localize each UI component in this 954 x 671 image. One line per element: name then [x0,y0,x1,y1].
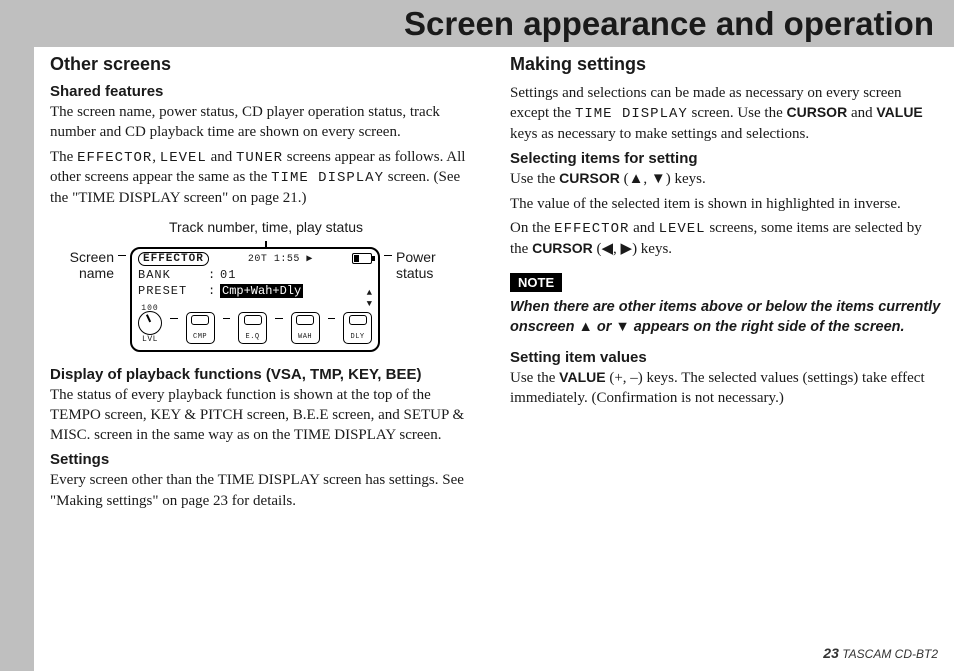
level-knob-icon: 100 LVL [138,304,162,344]
pedal-cmp-icon: CMP [186,312,215,344]
note-text: When there are other items above or belo… [510,298,942,337]
header-band: Screen appearance and operation [0,0,954,47]
shared-features-p2: The EFFECTOR, LEVEL and TUNER screens ap… [50,147,482,209]
setting-item-values-p: Use the VALUE (+, –) keys. The selected … [510,368,942,409]
side-band [0,47,34,671]
playback-functions-heading: Display of playback functions (VSA, TMP,… [50,366,482,383]
page-title: Screen appearance and operation [404,5,934,43]
lcd-diagram: Track number, time, play status Screen n… [50,219,482,352]
page-number: 23 [823,645,839,661]
diagram-left-label: Screen name [50,247,114,283]
pedal-wah-icon: WAH [291,312,320,344]
setting-item-values-heading: Setting item values [510,349,942,366]
product-model: TASCAM CD-BT2 [842,647,938,661]
note-badge: NOTE [510,273,562,292]
making-settings-heading: Making settings [510,54,942,75]
scroll-arrows-icon: ▲▼ [367,289,372,309]
chain-link-icon [223,318,231,320]
lcd-preset-row: PRESET:Cmp+Wah+Dly [138,284,372,298]
lcd-bank-row: BANK:01 [138,268,372,282]
pedal-dly-icon: DLY [343,312,372,344]
chain-link-icon [328,318,336,320]
shared-features-heading: Shared features [50,83,482,100]
leader-line-icon [384,255,392,257]
selecting-items-p2: The value of the selected item is shown … [510,194,942,214]
lcd-screen: EFFECTOR 20T 1:55 ▶ BANK:01 PRESET:Cmp+W… [130,247,380,352]
lcd-track-time: 20T 1:55 ▶ [248,253,313,265]
diagram-top-label: Track number, time, play status [50,219,482,235]
chain-link-icon [275,318,283,320]
right-column: Making settings Settings and selections … [510,54,942,515]
diagram-right-label: Power status [396,247,460,283]
other-screens-heading: Other screens [50,54,482,75]
content: Other screens Shared features The screen… [50,54,942,515]
left-column: Other screens Shared features The screen… [50,54,482,515]
settings-p: Every screen other than the TIME DISPLAY… [50,470,482,511]
leader-line-icon [118,255,126,257]
selecting-items-p3: On the EFFECTOR and LEVEL screens, some … [510,218,942,259]
battery-icon [352,253,372,264]
lcd-effect-chain: 100 LVL CMP E.Q WAH DLY [138,304,372,344]
shared-features-p1: The screen name, power status, CD player… [50,102,482,143]
selecting-items-heading: Selecting items for setting [510,150,942,167]
chain-link-icon [170,318,178,320]
page-footer: 23 TASCAM CD-BT2 [823,645,938,661]
playback-functions-p: The status of every playback function is… [50,385,482,446]
selecting-items-p1: Use the CURSOR (▲, ▼) keys. [510,169,942,189]
pedal-eq-icon: E.Q [238,312,267,344]
lcd-screen-name: EFFECTOR [138,252,209,266]
settings-heading: Settings [50,451,482,468]
making-settings-intro: Settings and selections can be made as n… [510,83,942,144]
